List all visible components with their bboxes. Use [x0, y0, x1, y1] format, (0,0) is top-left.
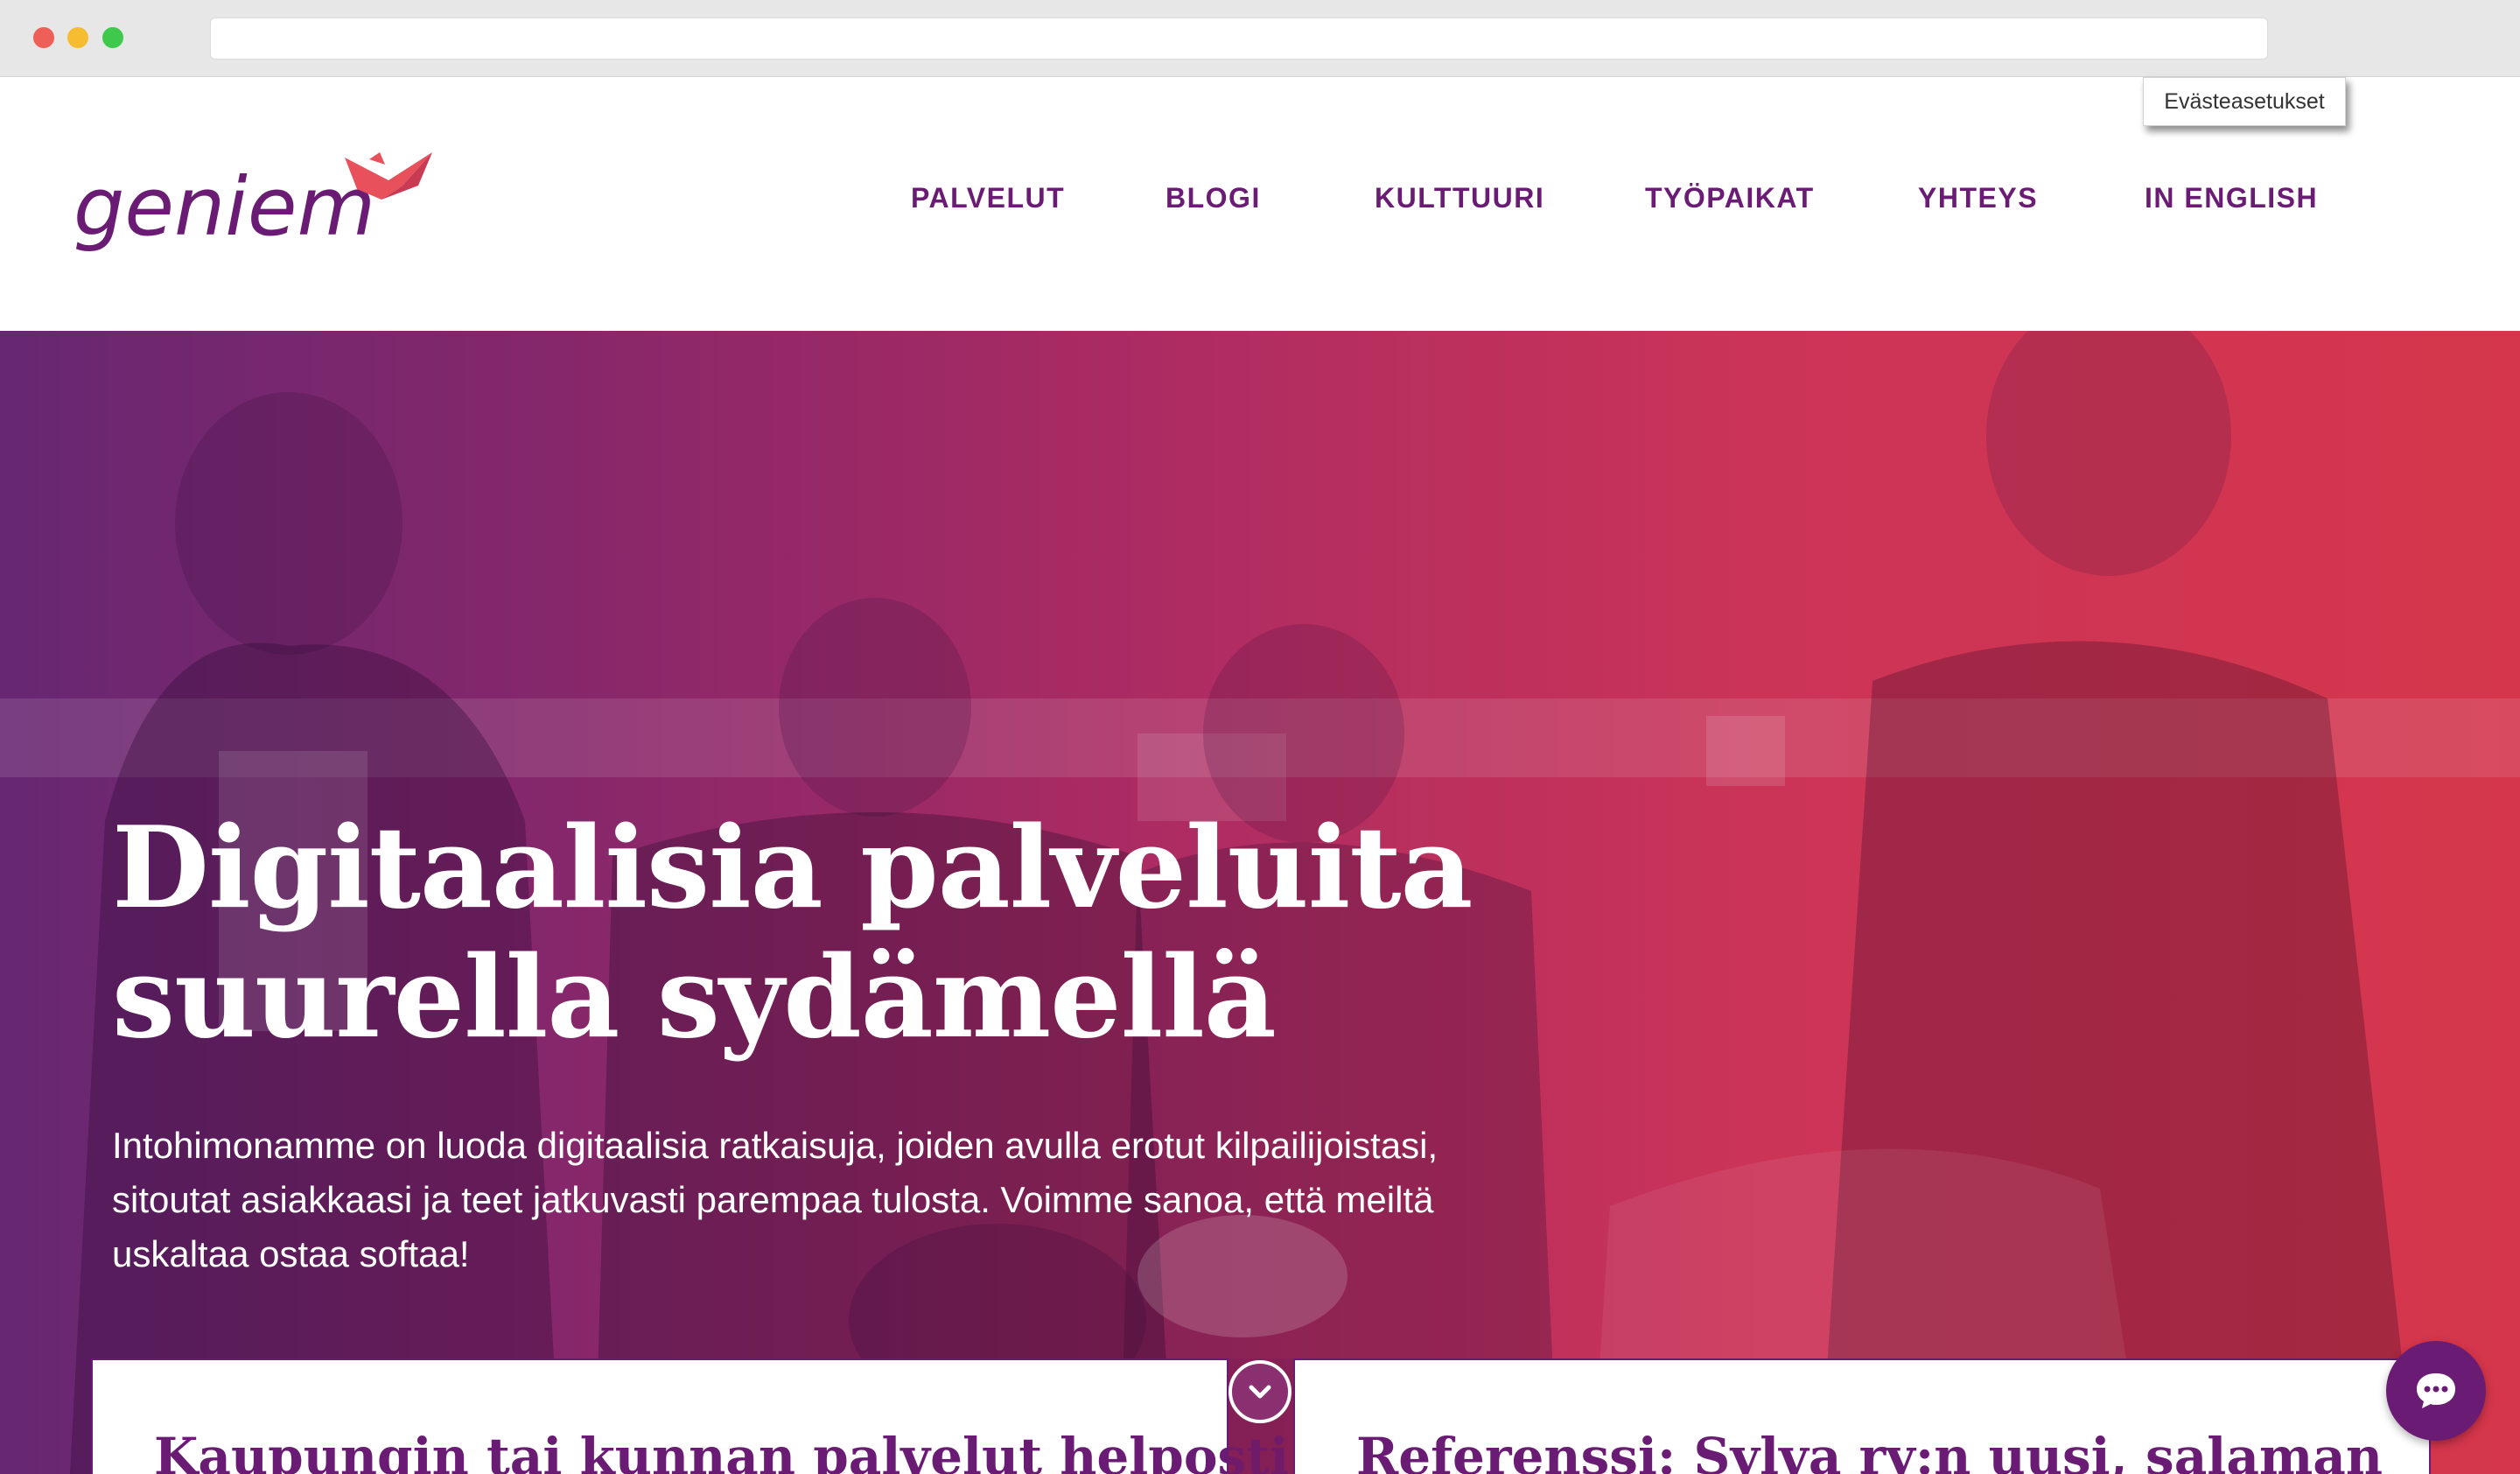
card-title[interactable]: Kaupungin tai kunnan palvelut helposti: [154, 1427, 1289, 1474]
nav-blogi[interactable]: BLOGI: [1166, 182, 1261, 214]
nav-in-english[interactable]: IN ENGLISH: [2145, 182, 2318, 214]
feature-card-reference[interactable]: Referenssi: Sylva ry:n uusi, salaman: [1293, 1358, 2431, 1474]
hero-description: Intohimonamme on luoda digitaalisia ratk…: [112, 1125, 1438, 1274]
main-navigation: PALVELUT BLOGI KULTTUURI TYÖPAIKAT YHTEY…: [0, 182, 2520, 235]
cookie-settings-button[interactable]: Evästeasetukset: [2143, 77, 2346, 126]
nav-kulttuuri[interactable]: KULTTUURI: [1375, 182, 1544, 214]
nav-yhteys[interactable]: YHTEYS: [1918, 182, 2038, 214]
nav-tyopaikat[interactable]: TYÖPAIKAT: [1645, 182, 1815, 214]
window-close-button[interactable]: [33, 27, 54, 48]
site-header: geniem PALVELUT BLOGI KULTTUURI TYÖPAIKA…: [0, 77, 2520, 331]
chat-bubble-icon[interactable]: [2386, 1341, 2486, 1441]
browser-chrome: [0, 0, 2520, 77]
card-title[interactable]: Referenssi: Sylva ry:n uusi, salaman: [1356, 1427, 2383, 1474]
chevron-down-icon[interactable]: [1228, 1360, 1292, 1423]
nav-palvelut[interactable]: PALVELUT: [911, 182, 1065, 214]
address-bar[interactable]: [210, 18, 2268, 60]
window-maximize-button[interactable]: [102, 27, 123, 48]
hero-section: Digitaalisia palveluita suurella sydämel…: [0, 331, 2520, 1474]
window-minimize-button[interactable]: [67, 27, 88, 48]
hero-title: Digitaalisia palveluita suurella sydämel…: [112, 803, 1473, 1063]
feature-card-municipal[interactable]: Kaupungin tai kunnan palvelut helposti: [91, 1358, 1289, 1474]
